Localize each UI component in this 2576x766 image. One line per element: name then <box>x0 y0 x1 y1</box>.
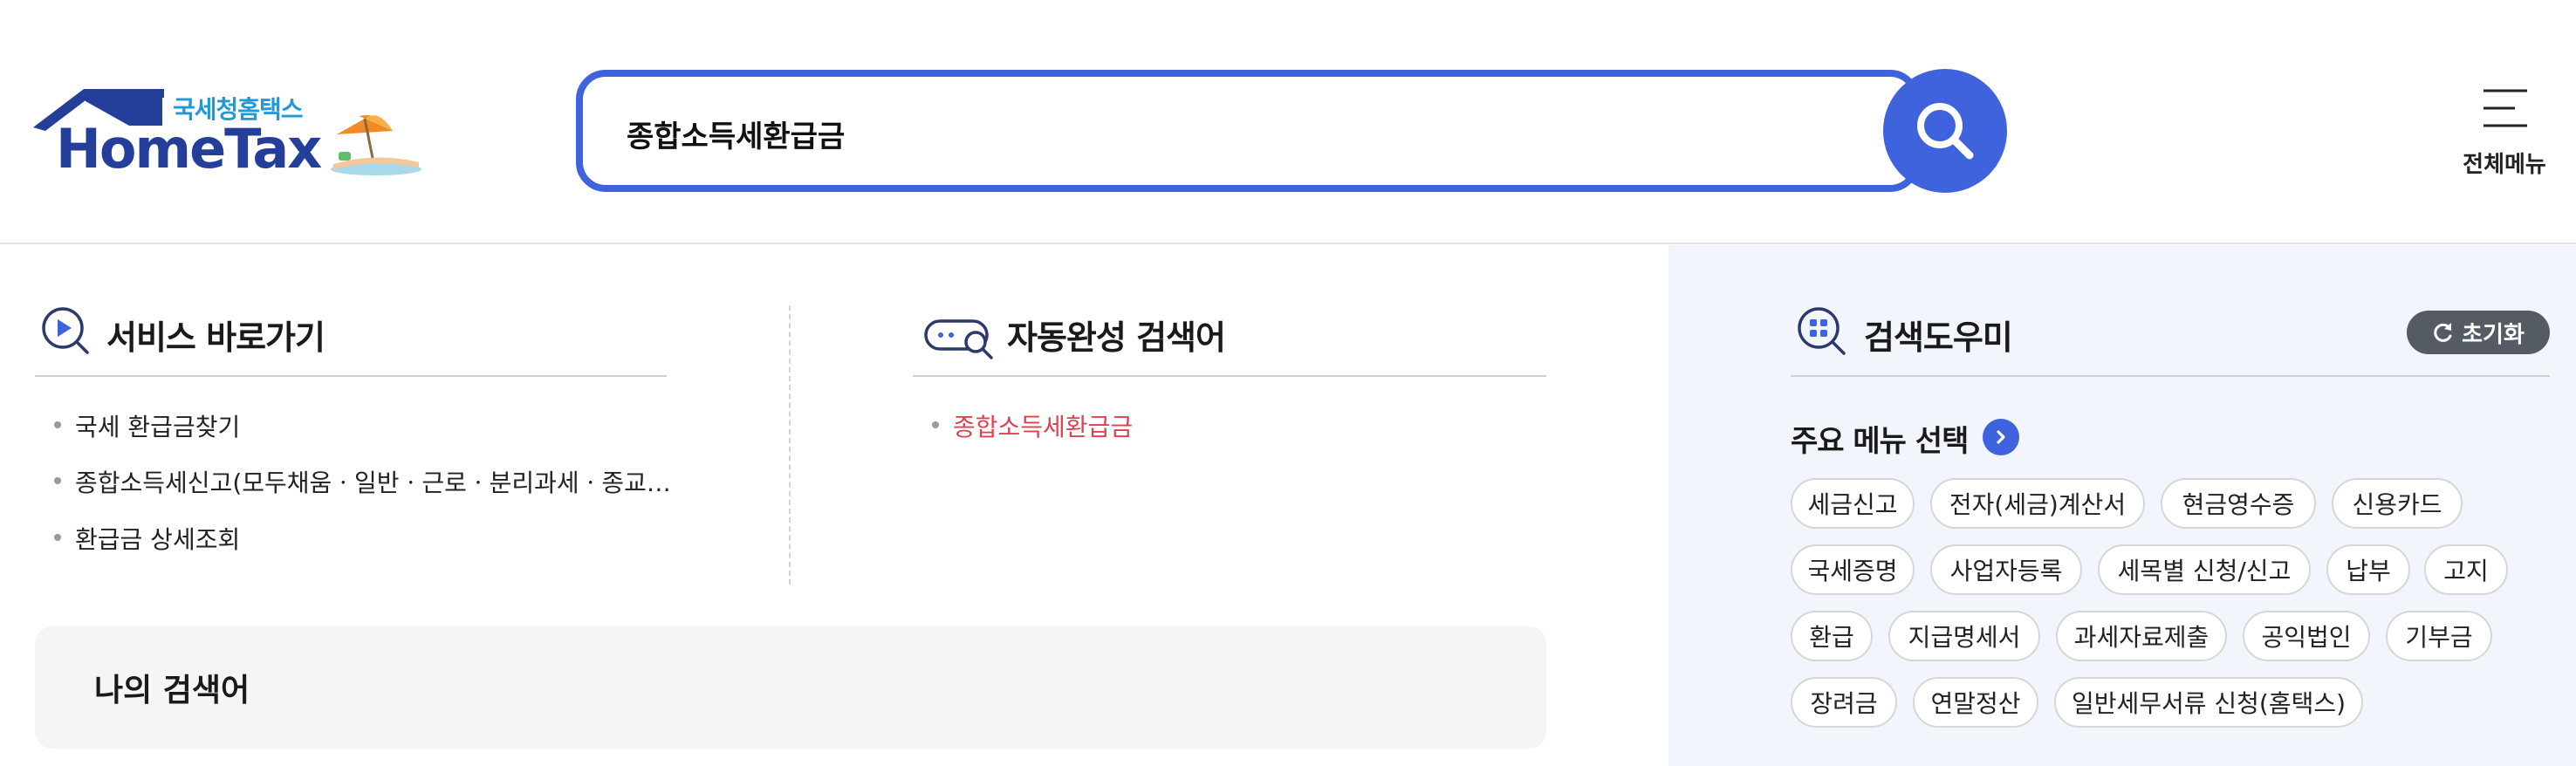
reset-label: 초기화 <box>2462 321 2525 348</box>
reset-button[interactable]: 초기화 <box>2407 311 2550 354</box>
menu-chip[interactable]: 연말정산 <box>1913 677 2038 728</box>
menu-chip[interactable]: 환급 <box>1791 611 1873 661</box>
service-shortcut-item[interactable]: 환급금 상세조회 <box>53 521 240 556</box>
menu-chip[interactable]: 고지 <box>2424 544 2508 595</box>
menu-chip[interactable]: 국세증명 <box>1791 544 1915 595</box>
service-shortcut-item[interactable]: 종합소득세신고(모두채움ㆍ일반ㆍ근로ㆍ분리과세ㆍ종교… <box>54 464 671 499</box>
menu-chip[interactable]: 지급명세서 <box>1888 611 2040 661</box>
autocomplete-search-icon <box>924 319 993 359</box>
refresh-icon <box>2434 323 2452 342</box>
menu-select-expand-button[interactable] <box>1983 419 2019 455</box>
search-helper-divider <box>1791 375 2550 377</box>
site-header: 국세청홈택스 HomeTax 전체메뉴 <box>0 0 2576 244</box>
hamburger-menu-icon <box>2484 89 2527 127</box>
service-shortcut-item[interactable]: 국세 환급금찾기 <box>53 408 240 443</box>
column-divider <box>789 305 791 585</box>
menu-chip[interactable]: 현금영수증 <box>2161 478 2316 529</box>
menu-chip[interactable]: 장려금 <box>1791 677 1897 728</box>
menu-chip[interactable]: 세금신고 <box>1791 478 1915 529</box>
my-search-title: 나의 검색어 <box>94 673 250 708</box>
search-helper-icon <box>1798 307 1846 355</box>
search-helper-title: 검색도우미 <box>1864 318 2013 357</box>
chevron-right-icon <box>1997 430 2005 444</box>
my-search-panel: 나의 검색어 <box>35 626 1546 749</box>
menu-chip[interactable]: 납부 <box>2326 544 2410 595</box>
menu-chip[interactable]: 신용카드 <box>2332 478 2463 529</box>
service-shortcut-icon <box>42 307 89 354</box>
menu-select-title: 주요 메뉴 선택 <box>1791 424 1969 459</box>
search-button[interactable] <box>1883 69 2007 193</box>
autocomplete-divider <box>913 375 1546 377</box>
search-box[interactable] <box>576 70 1920 192</box>
hometax-logo[interactable]: 국세청홈택스 HomeTax <box>33 85 426 181</box>
menu-chip[interactable]: 기부금 <box>2386 611 2492 661</box>
all-menu-button[interactable]: 전체메뉴 <box>2452 85 2557 181</box>
menu-chip[interactable]: 과세자료제출 <box>2056 611 2227 661</box>
beach-umbrella-icon <box>331 114 421 175</box>
menu-chip[interactable]: 전자(세금)계산서 <box>1930 478 2145 529</box>
service-shortcut-title: 서비스 바로가기 <box>106 318 325 357</box>
all-menu-label: 전체메뉴 <box>2463 152 2546 178</box>
autocomplete-suggestion[interactable]: 종합소득세환급금 <box>931 408 1133 443</box>
logo-wordmark: HomeTax <box>56 117 322 181</box>
menu-chip[interactable]: 사업자등록 <box>1930 544 2082 595</box>
autocomplete-title: 자동완성 검색어 <box>1007 318 1226 357</box>
menu-chip[interactable]: 일반세무서류 신청(홈택스) <box>2054 677 2363 728</box>
menu-chip[interactable]: 공익법인 <box>2243 611 2370 661</box>
service-shortcut-divider <box>35 375 667 377</box>
search-icon <box>1917 103 1974 160</box>
menu-chip[interactable]: 세목별 신청/신고 <box>2098 544 2311 595</box>
search-input[interactable] <box>627 112 1831 155</box>
